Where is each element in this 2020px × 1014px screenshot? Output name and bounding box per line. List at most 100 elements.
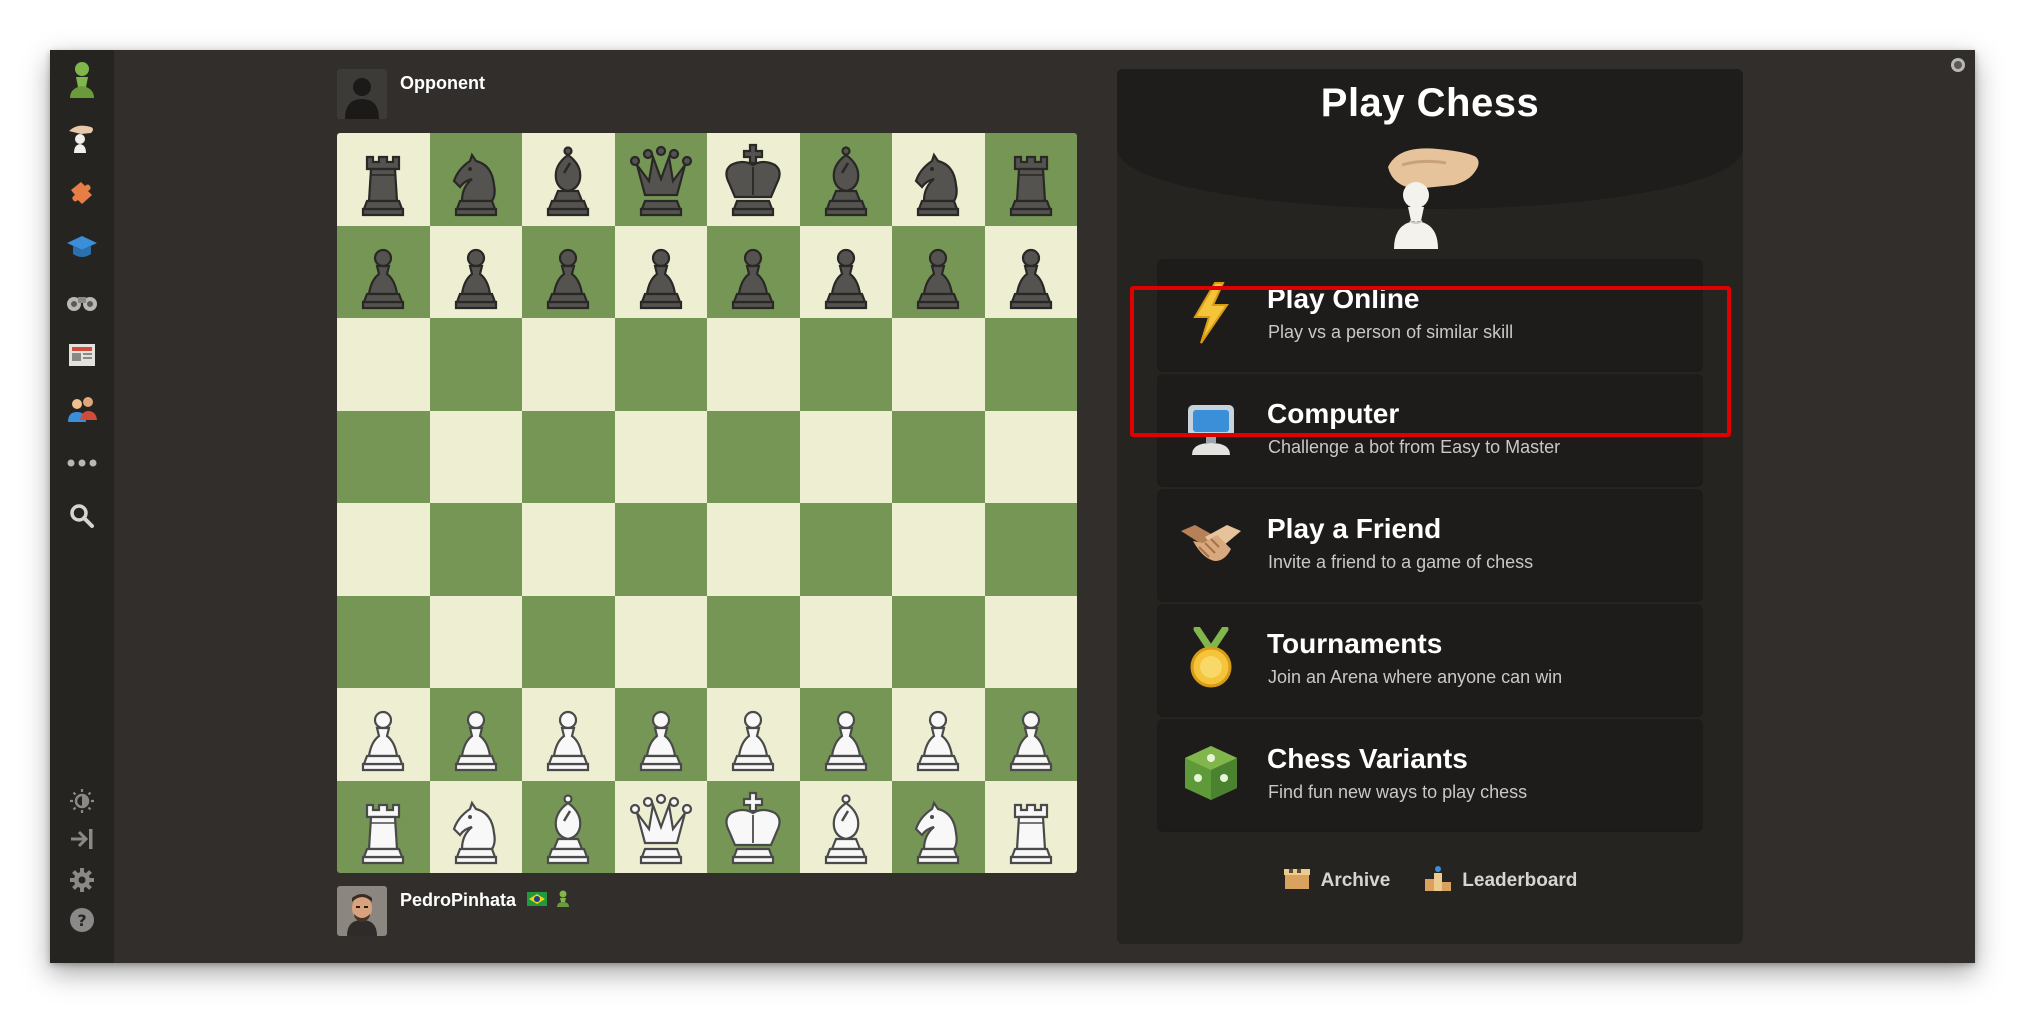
chess-board[interactable] [337,133,1077,873]
puzzle-piece-icon[interactable] [60,171,104,215]
black-king-icon[interactable] [713,139,793,219]
board-square-g6[interactable] [892,318,985,411]
leaderboard-link[interactable]: Leaderboard [1424,865,1577,897]
collapse-sidebar-icon[interactable] [60,817,104,861]
black-pawn-icon[interactable] [898,232,978,312]
board-square-e7[interactable] [707,225,800,318]
board-square-c4[interactable] [522,503,615,596]
board-square-c2[interactable] [522,688,615,781]
chess-variants-option[interactable]: Chess Variants Find fun new ways to play… [1157,719,1703,829]
black-pawn-icon[interactable] [991,232,1071,312]
board-square-g4[interactable] [892,503,985,596]
settings-gear-icon[interactable] [60,858,104,902]
board-square-g3[interactable] [892,595,985,688]
white-king-icon[interactable] [713,787,793,867]
board-square-g7[interactable] [892,225,985,318]
opponent-name[interactable]: Opponent [400,73,485,94]
black-knight-icon[interactable] [898,139,978,219]
board-square-a7[interactable] [337,225,430,318]
board-square-h5[interactable] [984,410,1077,503]
help-question-icon[interactable]: ? [60,898,104,942]
board-square-b8[interactable] [429,133,522,226]
board-square-b2[interactable] [429,688,522,781]
white-pawn-icon[interactable] [436,694,516,774]
white-pawn-icon[interactable] [806,694,886,774]
search-icon[interactable] [60,494,104,538]
social-people-icon[interactable] [60,387,104,431]
board-square-e8[interactable] [707,133,800,226]
board-square-e1[interactable] [707,780,800,873]
board-square-g1[interactable] [892,780,985,873]
board-square-c3[interactable] [522,595,615,688]
black-rook-icon[interactable] [343,139,423,219]
board-square-f8[interactable] [799,133,892,226]
board-square-c8[interactable] [522,133,615,226]
white-rook-icon[interactable] [343,787,423,867]
board-square-g8[interactable] [892,133,985,226]
black-pawn-icon[interactable] [528,232,608,312]
board-square-e5[interactable] [707,410,800,503]
white-bishop-icon[interactable] [528,787,608,867]
black-pawn-icon[interactable] [343,232,423,312]
black-bishop-icon[interactable] [528,139,608,219]
learn-graduation-cap-icon[interactable] [60,225,104,269]
black-rook-icon[interactable] [991,139,1071,219]
more-dots-icon[interactable] [60,441,104,485]
board-square-c6[interactable] [522,318,615,411]
white-pawn-icon[interactable] [898,694,978,774]
board-square-h1[interactable] [984,780,1077,873]
board-square-f2[interactable] [799,688,892,781]
player-avatar[interactable] [337,886,387,936]
archive-link[interactable]: Archive [1283,865,1390,897]
black-pawn-icon[interactable] [436,232,516,312]
board-square-d7[interactable] [614,225,707,318]
board-square-f1[interactable] [799,780,892,873]
board-square-e3[interactable] [707,595,800,688]
board-square-h6[interactable] [984,318,1077,411]
board-square-e2[interactable] [707,688,800,781]
opponent-avatar[interactable] [337,69,387,119]
board-square-d5[interactable] [614,410,707,503]
board-square-g5[interactable] [892,410,985,503]
board-square-a1[interactable] [337,780,430,873]
board-square-b5[interactable] [429,410,522,503]
board-square-e6[interactable] [707,318,800,411]
board-square-d6[interactable] [614,318,707,411]
white-pawn-icon[interactable] [528,694,608,774]
play-a-friend-option[interactable]: Play a Friend Invite a friend to a game … [1157,489,1703,599]
white-queen-icon[interactable] [621,787,701,867]
white-bishop-icon[interactable] [806,787,886,867]
black-bishop-icon[interactable] [806,139,886,219]
board-square-b6[interactable] [429,318,522,411]
board-square-a6[interactable] [337,318,430,411]
board-square-f6[interactable] [799,318,892,411]
board-square-h7[interactable] [984,225,1077,318]
white-rook-icon[interactable] [991,787,1071,867]
news-newspaper-icon[interactable] [60,333,104,377]
board-square-a4[interactable] [337,503,430,596]
board-square-b7[interactable] [429,225,522,318]
black-pawn-icon[interactable] [621,232,701,312]
board-square-d1[interactable] [614,780,707,873]
player-name[interactable]: PedroPinhata [400,890,516,911]
board-square-b4[interactable] [429,503,522,596]
computer-option[interactable]: Computer Challenge a bot from Easy to Ma… [1157,374,1703,484]
board-square-h4[interactable] [984,503,1077,596]
black-queen-icon[interactable] [621,139,701,219]
board-square-a2[interactable] [337,688,430,781]
white-pawn-icon[interactable] [713,694,793,774]
board-square-f7[interactable] [799,225,892,318]
board-square-h3[interactable] [984,595,1077,688]
extension-icon[interactable] [1949,56,1967,74]
white-pawn-icon[interactable] [991,694,1071,774]
board-square-g2[interactable] [892,688,985,781]
board-square-a3[interactable] [337,595,430,688]
white-pawn-icon[interactable] [343,694,423,774]
board-square-d2[interactable] [614,688,707,781]
white-knight-icon[interactable] [436,787,516,867]
board-square-f5[interactable] [799,410,892,503]
board-square-h2[interactable] [984,688,1077,781]
board-square-b3[interactable] [429,595,522,688]
board-square-f4[interactable] [799,503,892,596]
black-pawn-icon[interactable] [806,232,886,312]
